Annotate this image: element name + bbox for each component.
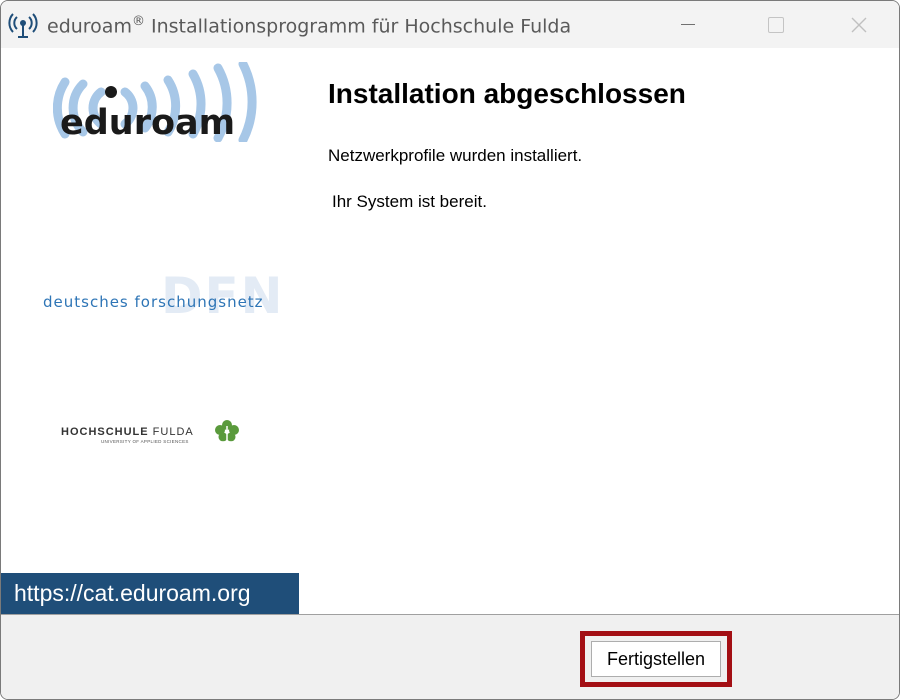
close-icon bbox=[851, 17, 867, 32]
eduroam-logo-text: eduroam bbox=[60, 103, 236, 143]
title-bar[interactable]: eduroam® Installationsprogramm für Hochs… bbox=[1, 1, 899, 48]
hs-name: HOCHSCHULE FULDA bbox=[61, 426, 194, 438]
cat-url-badge: https://cat.eduroam.org bbox=[1, 573, 299, 614]
minimize-icon bbox=[681, 24, 695, 25]
button-bar: Fertigstellen bbox=[1, 614, 899, 699]
eduroam-antenna-icon bbox=[8, 13, 38, 38]
message-system-ready: Ihr System ist bereit. bbox=[332, 192, 487, 211]
close-button[interactable] bbox=[829, 1, 889, 48]
minimize-button[interactable] bbox=[658, 1, 718, 48]
dfn-subtitle: deutsches forschungsnetz bbox=[43, 293, 264, 311]
page-title: Installation abgeschlossen bbox=[328, 78, 686, 109]
content-area: eduroam DFN deutsches forschungsnetz HOC… bbox=[1, 48, 899, 614]
maximize-icon bbox=[768, 16, 784, 33]
maximize-button[interactable] bbox=[746, 1, 806, 48]
hs-subtitle: UNIVERSITY OF APPLIED SCIENCES bbox=[101, 439, 189, 444]
window-title: eduroam® Installationsprogramm für Hochs… bbox=[47, 14, 572, 38]
finish-button[interactable]: Fertigstellen bbox=[591, 641, 721, 677]
leaf-icon bbox=[215, 420, 239, 446]
message-profiles-installed: Netzwerkprofile wurden installiert. bbox=[328, 146, 583, 165]
installer-window: eduroam® Installationsprogramm für Hochs… bbox=[0, 0, 900, 700]
